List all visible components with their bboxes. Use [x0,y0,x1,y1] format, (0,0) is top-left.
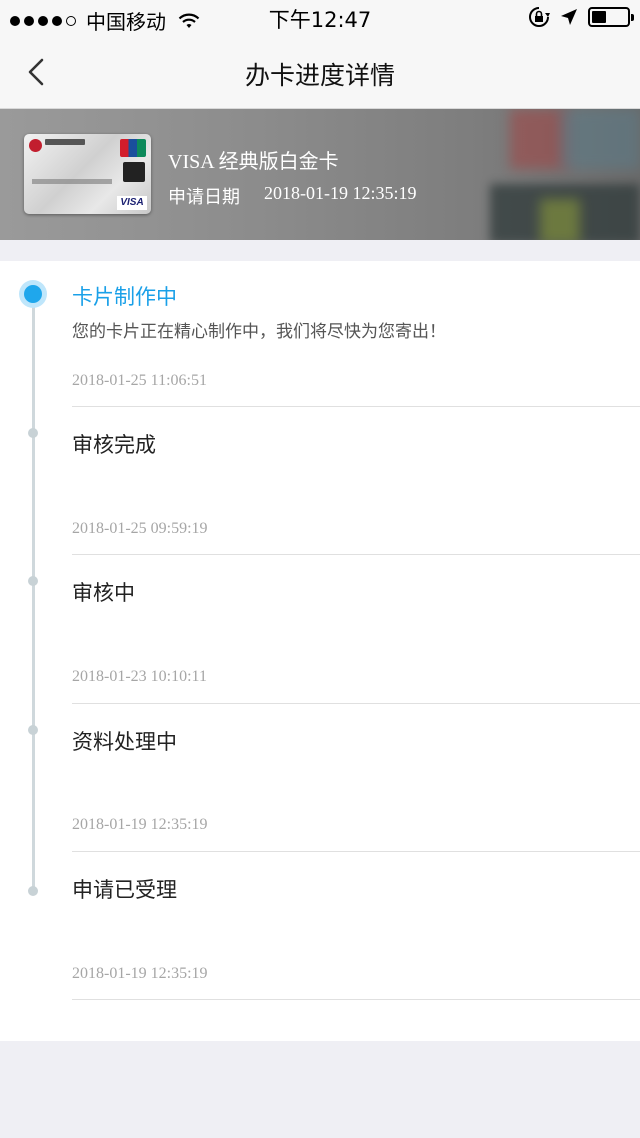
timeline-item-description: 您的卡片正在精心制作中，我们将尽快为您寄出！ [72,322,446,342]
rotation-lock-icon [529,7,550,27]
banner-background-decoration [540,199,580,240]
battery-fill [592,11,606,23]
unionpay-logo-icon [120,139,146,157]
card-number-mark [32,179,112,184]
card-hologram-icon [123,162,145,182]
timeline-item-time: 2018-01-19 12:35:19 [72,965,208,982]
apply-date-label: 申请日期 [168,187,240,208]
timeline-item-title: 审核中 [72,581,135,605]
card-banner: VISA VISA 经典版白金卡 申请日期 2018-01-19 12:35:1… [0,109,640,240]
timeline-dot [28,886,38,896]
timeline-dot-active [19,280,47,308]
timeline-dot [28,725,38,735]
timeline-item-title: 资料处理中 [72,730,177,754]
status-right-icons [528,6,634,28]
page-title: 办卡进度详情 [244,61,395,90]
navigation-bar: 办卡进度详情 [0,36,640,109]
progress-timeline: 卡片制作中 您的卡片正在精心制作中，我们将尽快为您寄出！ 2018-01-25 … [0,261,640,1041]
timeline-dot [28,428,38,438]
timeline-item-title: 申请已受理 [72,878,177,902]
timeline-item: 资料处理中 2018-01-19 12:35:19 [72,704,640,852]
card-name: VISA 经典版白金卡 [168,151,339,173]
card-thumbnail: VISA [24,134,151,214]
bank-logo-icon [29,139,42,152]
status-bar: 中国移动 下午12:47 [0,0,640,36]
apply-date-row: 申请日期 2018-01-19 12:35:19 [168,183,417,209]
timeline-item-title: 卡片制作中 [72,285,177,309]
visa-logo-icon: VISA [117,196,147,210]
timeline-item-time: 2018-01-25 09:59:19 [72,520,208,537]
timeline-item: 审核中 2018-01-23 10:10:11 [72,555,640,704]
timeline-item-title: 审核完成 [72,433,156,457]
banner-background-decoration [560,109,640,169]
bank-name-mark [45,139,85,145]
timeline-item-time: 2018-01-23 10:10:11 [72,668,207,685]
battery-icon [588,7,634,27]
timeline-dot [28,576,38,586]
timeline-item: 卡片制作中 您的卡片正在精心制作中，我们将尽快为您寄出！ 2018-01-25 … [72,261,640,407]
apply-date-value: 2018-01-19 12:35:19 [264,183,417,203]
timeline-line [32,293,35,891]
timeline-item-time: 2018-01-25 11:06:51 [72,372,207,389]
timeline-item: 审核完成 2018-01-25 09:59:19 [72,407,640,555]
timeline-item: 申请已受理 2018-01-19 12:35:19 [72,852,640,1000]
location-icon [561,9,577,25]
timeline-item-time: 2018-01-19 12:35:19 [72,816,208,833]
